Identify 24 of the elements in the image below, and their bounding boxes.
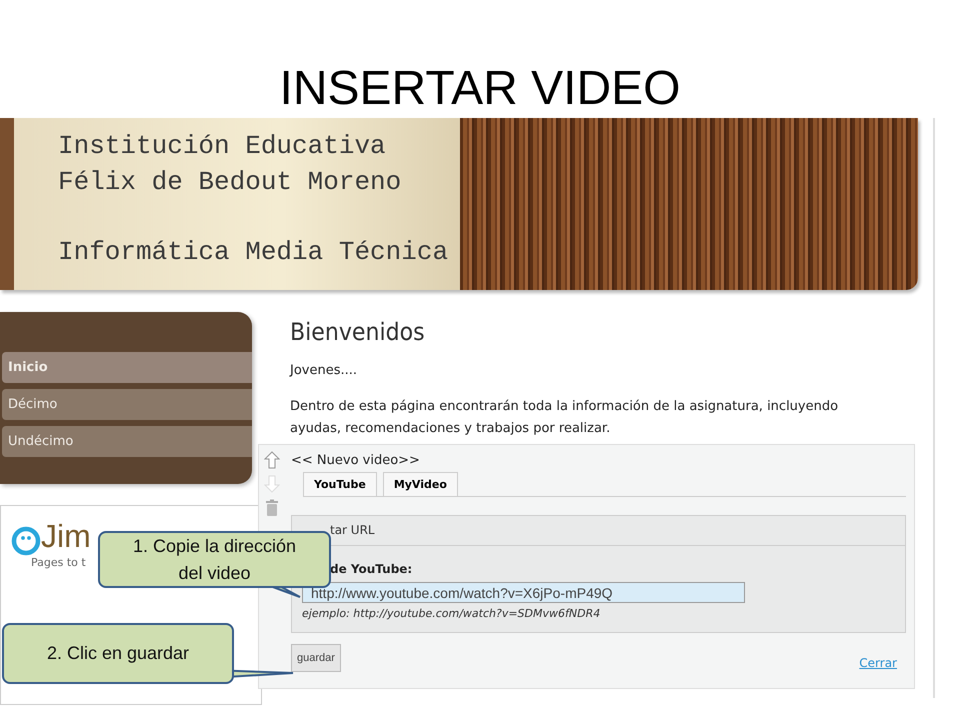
url-input-field[interactable]: http://www.youtube.com/watch?v=X6jPo-mP49Q (302, 582, 745, 603)
slide-title: INSERTAR VIDEO (278, 61, 682, 117)
down-arrow-icon[interactable] (264, 475, 280, 493)
paragraph: Dentro de esta página encontrarán toda la información de la asignatura, incluyendo ayudas, recomendaciones y trabajos por realizar. (290, 398, 840, 438)
callout-bubble: 2. Clic en guardar (2, 623, 234, 684)
smiley-logo-icon (11, 526, 41, 556)
tab[interactable]: YouTube (303, 472, 377, 496)
page-heading: Bienvenidos (290, 318, 426, 346)
logo-tagline: Pages to t (31, 556, 86, 569)
paragraph: Jovenes.... (290, 362, 358, 380)
header-text: Institución Educativa (58, 130, 387, 163)
nav-item[interactable]: Décimo (2, 389, 252, 420)
tab[interactable]: MyVideo (382, 472, 458, 496)
nav-item[interactable]: Undécimo (2, 426, 252, 457)
editor-title: << Nuevo video>> (291, 453, 421, 468)
section-label: tar URL (329, 523, 375, 537)
trash-icon[interactable] (264, 499, 280, 517)
logo-text: Jim (41, 517, 91, 556)
up-arrow-icon[interactable] (264, 451, 280, 469)
example-text: ejemplo: http://youtube.com/watch?v=SDMvw6fNDR4 (302, 607, 602, 620)
header-text: Informática Media Técnica (58, 236, 450, 269)
field-label: de YouTube: (329, 562, 412, 576)
save-button[interactable]: guardar (291, 644, 341, 672)
header-text: Félix de Bedout Moreno (58, 166, 402, 199)
